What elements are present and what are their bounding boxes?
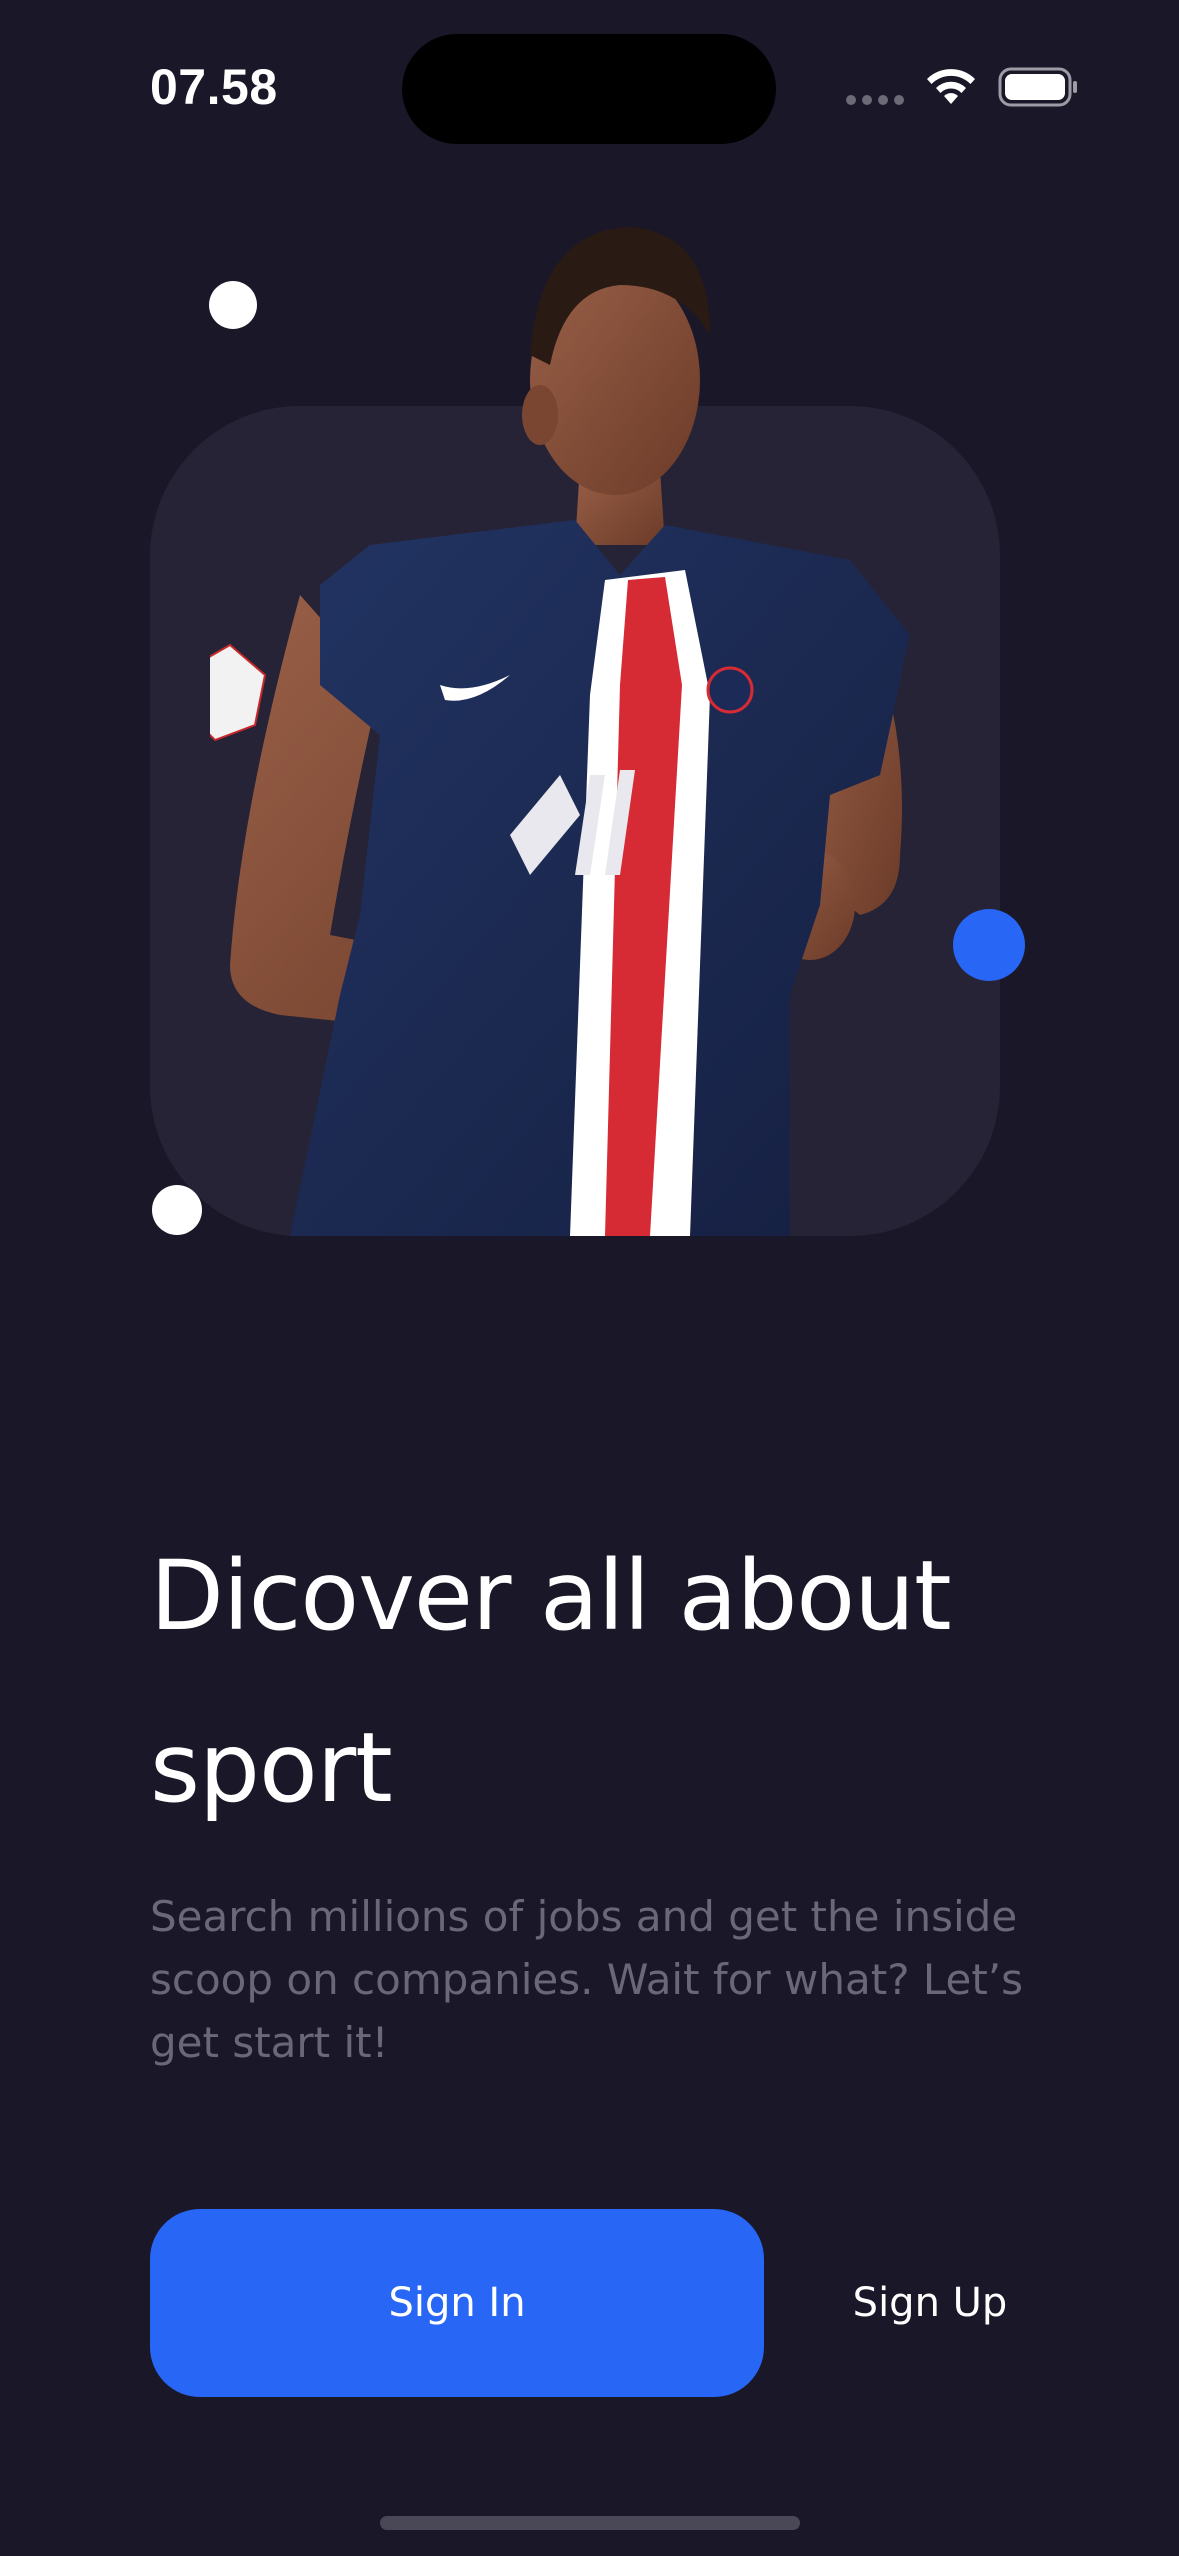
dynamic-island <box>402 34 776 144</box>
signal-dots-icon <box>846 95 904 105</box>
decorative-dot-blue <box>953 909 1025 981</box>
sign-in-button[interactable]: Sign In <box>150 2209 764 2397</box>
battery-icon <box>998 67 1077 107</box>
page-title: Dicover all about sport <box>150 1540 952 1824</box>
player-photo <box>210 227 910 1236</box>
home-indicator[interactable] <box>380 2516 800 2530</box>
page-subtitle: Search millions of jobs and get the insi… <box>150 1892 1024 2067</box>
status-time: 07.58 <box>150 59 278 115</box>
decorative-dot-white-bottom <box>152 1185 202 1235</box>
sign-up-button[interactable]: Sign Up <box>810 2209 1050 2397</box>
wifi-icon <box>927 69 975 104</box>
